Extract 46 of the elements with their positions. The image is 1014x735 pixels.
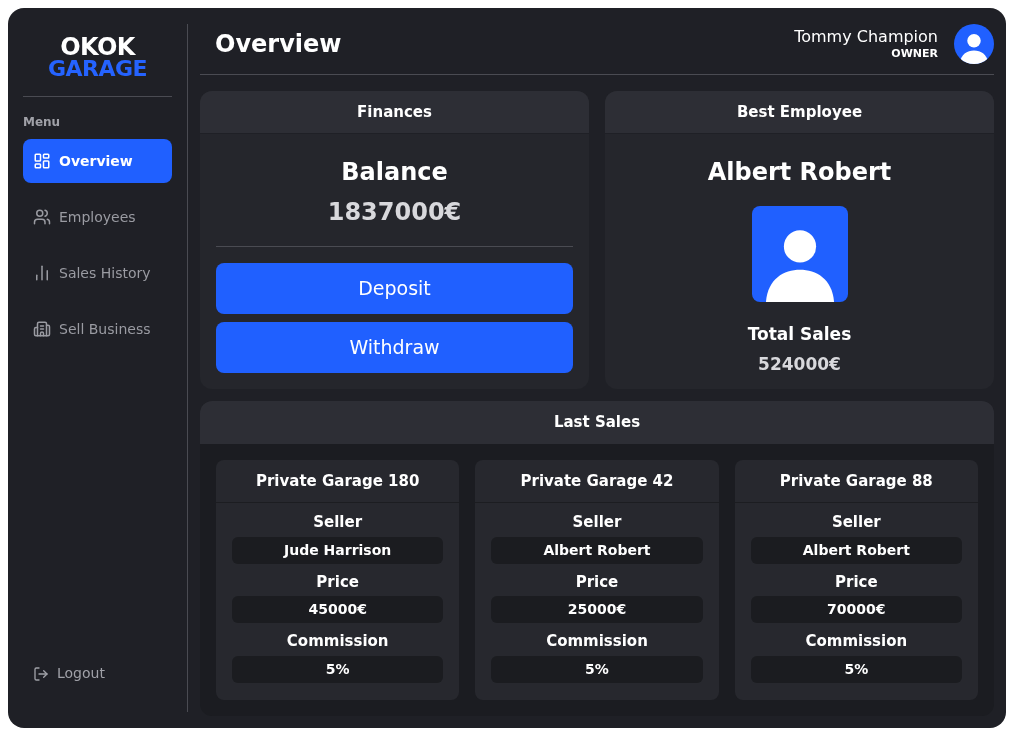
action-button[interactable]: Withdraw [216, 322, 573, 373]
balance-amount: 1837000€ [216, 194, 573, 247]
menu-item[interactable]: Sell Business [23, 307, 172, 351]
field-label: Seller [831, 512, 881, 533]
menu-item[interactable]: Employees [23, 195, 172, 239]
sales-amount: 524000€ [758, 352, 841, 376]
user-name: Tommy Champion [794, 27, 938, 48]
bar-chart-icon [33, 264, 51, 282]
field-value: 5% [491, 655, 703, 683]
panel-title: Last Sales [200, 401, 994, 444]
sales-label: Total Sales [747, 323, 852, 346]
page-title: Overview [215, 29, 342, 60]
sale-title: Private Garage 88 [734, 460, 978, 503]
dashboard-icon [33, 152, 51, 170]
field-value: Albert Robert [750, 536, 962, 564]
field-value: Jude Harrison [232, 536, 444, 564]
panel-title: Best Employee [605, 91, 994, 134]
field-label: Commission [805, 631, 908, 652]
field-label: Seller [313, 512, 363, 533]
balance-label: Balance [341, 157, 448, 188]
field-value: Albert Robert [491, 536, 703, 564]
field-label: Commission [286, 631, 389, 652]
field-value: 70000€ [750, 596, 962, 623]
field-value: 25000€ [491, 596, 703, 623]
menu-heading: Menu [23, 114, 62, 131]
menu-item[interactable]: Overview [23, 139, 172, 183]
panel-title: Finances [200, 91, 589, 134]
field-value: 5% [232, 655, 444, 683]
logout-button[interactable]: Logout [23, 663, 172, 684]
field-label: Seller [572, 512, 622, 533]
sale-title: Private Garage 180 [216, 460, 460, 503]
logout-icon [33, 665, 49, 682]
sale-title: Private Garage 42 [475, 460, 719, 503]
field-value: 5% [750, 655, 962, 683]
building-icon [33, 320, 51, 338]
field-label: Price [835, 571, 878, 593]
users-icon [33, 208, 51, 226]
employee-name: Albert Robert [707, 157, 892, 188]
field-label: Commission [546, 631, 648, 652]
field-label: Price [575, 571, 619, 593]
user-role: OWNER [891, 47, 938, 61]
menu-item[interactable]: Sales History [23, 251, 172, 295]
logo: OKOK GARAGE [23, 36, 172, 97]
action-button[interactable]: Deposit [216, 263, 573, 314]
field-value: 45000€ [232, 596, 444, 623]
field-label: Price [316, 571, 359, 593]
